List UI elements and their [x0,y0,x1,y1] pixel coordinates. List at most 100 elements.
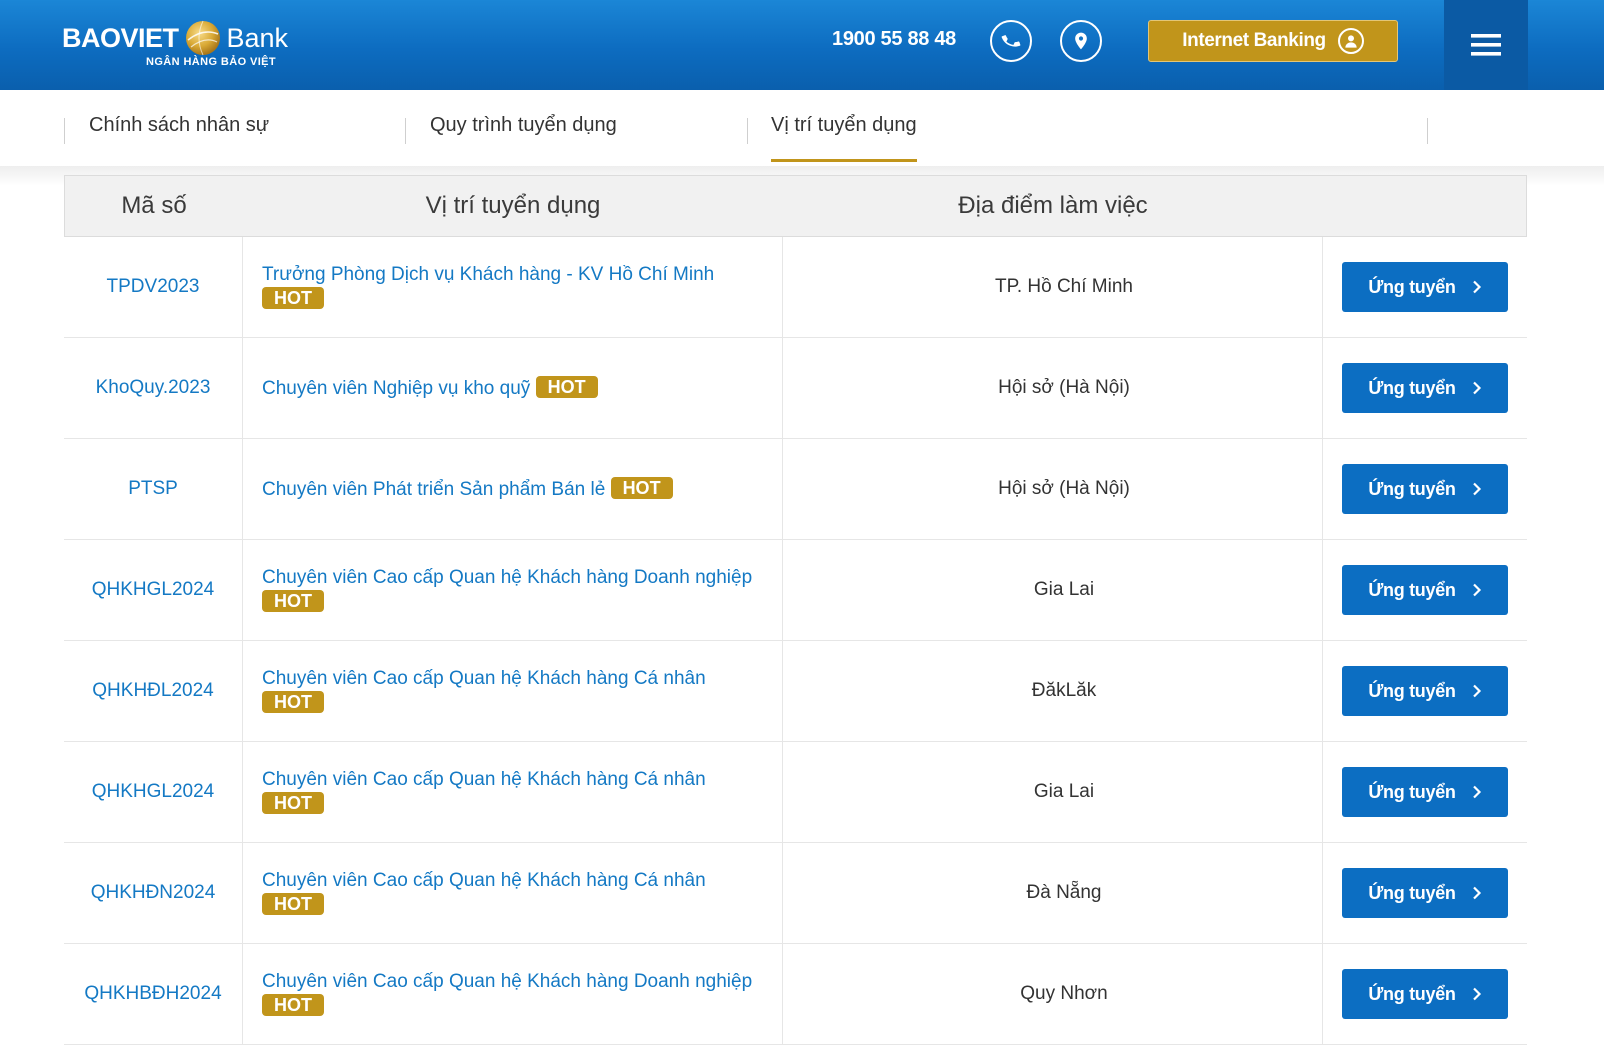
job-title-cell: Chuyên viên Cao cấp Quan hệ Khách hàng D… [262,944,772,1044]
job-title: Trưởng Phòng Dịch vụ Khách hàng - KV Hồ … [262,262,772,312]
chevron-right-icon [1472,280,1481,294]
job-listings-table: Mã số Vị trí tuyển dụng Địa điểm làm việ… [64,175,1527,1045]
apply-button-label: Ứng tuyển [1368,276,1456,297]
job-location: Hội sở (Hà Nội) [998,478,1130,499]
internet-banking-button[interactable]: Internet Banking [1148,20,1398,62]
apply-button-label: Ứng tuyển [1368,983,1456,1004]
globe-logo-icon [185,20,220,56]
column-divider [782,742,783,842]
chevron-right-icon [1472,987,1481,1001]
apply-button-label: Ứng tuyển [1368,781,1456,802]
tab-divider [405,118,406,144]
column-divider [242,338,243,438]
apply-button[interactable]: Ứng tuyển [1342,363,1508,413]
job-title-link[interactable]: Chuyên viên Nghiệp vụ kho quỹ [262,378,530,399]
column-divider [242,944,243,1044]
apply-button[interactable]: Ứng tuyển [1342,767,1508,817]
location-button[interactable] [1060,20,1102,62]
job-title-cell: Chuyên viên Nghiệp vụ kho quỹ HOT [262,338,772,438]
job-code: QHKHBĐH2024 [84,983,222,1004]
column-divider [782,338,783,438]
job-title-link[interactable]: Chuyên viên Cao cấp Quan hệ Khách hàng C… [262,769,706,790]
job-title-cell: Trưởng Phòng Dịch vụ Khách hàng - KV Hồ … [262,237,772,337]
column-divider [242,843,243,943]
column-header-code: Mã số [121,192,187,219]
hot-badge: HOT [610,476,673,499]
table-row: KhoQuy.2023 Chuyên viên Nghiệp vụ kho qu… [64,338,1527,439]
chevron-right-icon [1472,684,1481,698]
table-row: QHKHĐL2024 Chuyên viên Cao cấp Quan hệ K… [64,641,1527,742]
table-row: QHKHGL2024 Chuyên viên Cao cấp Quan hệ K… [64,742,1527,843]
column-divider [782,439,783,539]
column-divider [782,944,783,1044]
apply-button[interactable]: Ứng tuyển [1342,262,1508,312]
column-divider [782,237,783,337]
job-code: TPDV2023 [106,276,200,297]
recruitment-subnav: Chính sách nhân sự Quy trình tuyển dụng … [0,90,1604,166]
hamburger-menu-button[interactable] [1444,0,1528,90]
tab-job-positions[interactable]: Vị trí tuyển dụng [771,114,917,166]
job-title-link[interactable]: Trưởng Phòng Dịch vụ Khách hàng - KV Hồ … [262,264,714,285]
hot-badge: HOT [262,994,324,1016]
tab-divider [747,118,748,144]
hot-badge: HOT [262,792,324,814]
job-title-cell: Chuyên viên Phát triển Sản phẩm Bán lẻ H… [262,439,772,539]
table-header: Mã số Vị trí tuyển dụng Địa điểm làm việ… [64,175,1527,237]
job-title: Chuyên viên Cao cấp Quan hệ Khách hàng C… [262,868,772,918]
job-location: Gia Lai [1033,579,1095,600]
column-divider [242,641,243,741]
job-title-link[interactable]: Chuyên viên Cao cấp Quan hệ Khách hàng C… [262,668,706,689]
job-title-cell: Chuyên viên Cao cấp Quan hệ Khách hàng C… [262,742,772,842]
job-location: Đà Nẵng [1026,882,1102,903]
job-title-link[interactable]: Chuyên viên Phát triển Sản phẩm Bán lẻ [262,479,605,500]
job-location: Gia Lai [1033,781,1095,802]
job-title: Chuyên viên Phát triển Sản phẩm Bán lẻ H… [262,476,673,502]
job-code: QHKHĐN2024 [90,882,216,903]
apply-button[interactable]: Ứng tuyển [1342,464,1508,514]
job-title-link[interactable]: Chuyên viên Cao cấp Quan hệ Khách hàng D… [262,971,752,992]
table-row: TPDV2023 Trưởng Phòng Dịch vụ Khách hàng… [64,237,1527,338]
apply-button-label: Ứng tuyển [1368,579,1456,600]
job-title: Chuyên viên Cao cấp Quan hệ Khách hàng C… [262,767,772,817]
hotline-number[interactable]: 1900 55 88 48 [832,28,956,51]
apply-button[interactable]: Ứng tuyển [1342,969,1508,1019]
job-title-cell: Chuyên viên Cao cấp Quan hệ Khách hàng D… [262,540,772,640]
hamburger-menu-icon [1471,34,1501,56]
user-icon [1337,28,1364,54]
column-divider [782,641,783,741]
apply-button[interactable]: Ứng tuyển [1342,868,1508,918]
job-location: ĐăkLăk [1031,680,1097,701]
table-body: TPDV2023 Trưởng Phòng Dịch vụ Khách hàng… [64,237,1527,1045]
tab-recruitment-process[interactable]: Quy trình tuyển dụng [430,114,617,166]
tab-hr-policy[interactable]: Chính sách nhân sự [89,114,269,166]
logo-brand-text: BAOVIET [62,22,179,53]
chevron-right-icon [1472,785,1481,799]
column-header-location: Địa điểm làm việc [958,192,1148,219]
job-code: QHKHGL2024 [91,579,215,600]
job-title-link[interactable]: Chuyên viên Cao cấp Quan hệ Khách hàng C… [262,870,706,891]
baoviet-bank-logo[interactable]: BAOVIET Bank NGÂN HÀNG BẢO VIỆT [62,12,312,72]
apply-button[interactable]: Ứng tuyển [1342,565,1508,615]
apply-button-label: Ứng tuyển [1368,680,1456,701]
job-title-link[interactable]: Chuyên viên Cao cấp Quan hệ Khách hàng D… [262,567,752,588]
logo-subtitle: NGÂN HÀNG BẢO VIỆT [146,56,277,68]
chevron-right-icon [1472,583,1481,597]
hot-badge: HOT [535,375,598,398]
internet-banking-label: Internet Banking [1182,30,1326,51]
job-code: KhoQuy.2023 [95,377,211,398]
chevron-right-icon [1472,886,1481,900]
job-title-cell: Chuyên viên Cao cấp Quan hệ Khách hàng C… [262,843,772,943]
job-title: Chuyên viên Cao cấp Quan hệ Khách hàng D… [262,565,772,615]
logo-wordmark: BAOVIET Bank [62,18,288,58]
phone-button[interactable] [990,20,1032,62]
job-title: Chuyên viên Cao cấp Quan hệ Khách hàng C… [262,666,772,716]
hot-badge: HOT [262,287,324,309]
column-header-position: Vị trí tuyển dụng [425,192,601,219]
phone-icon [1001,35,1021,47]
column-header-action [1323,176,1527,236]
hot-badge: HOT [262,893,324,915]
apply-button-label: Ứng tuyển [1368,478,1456,499]
column-divider [242,540,243,640]
apply-button[interactable]: Ứng tuyển [1342,666,1508,716]
apply-button-label: Ứng tuyển [1368,377,1456,398]
